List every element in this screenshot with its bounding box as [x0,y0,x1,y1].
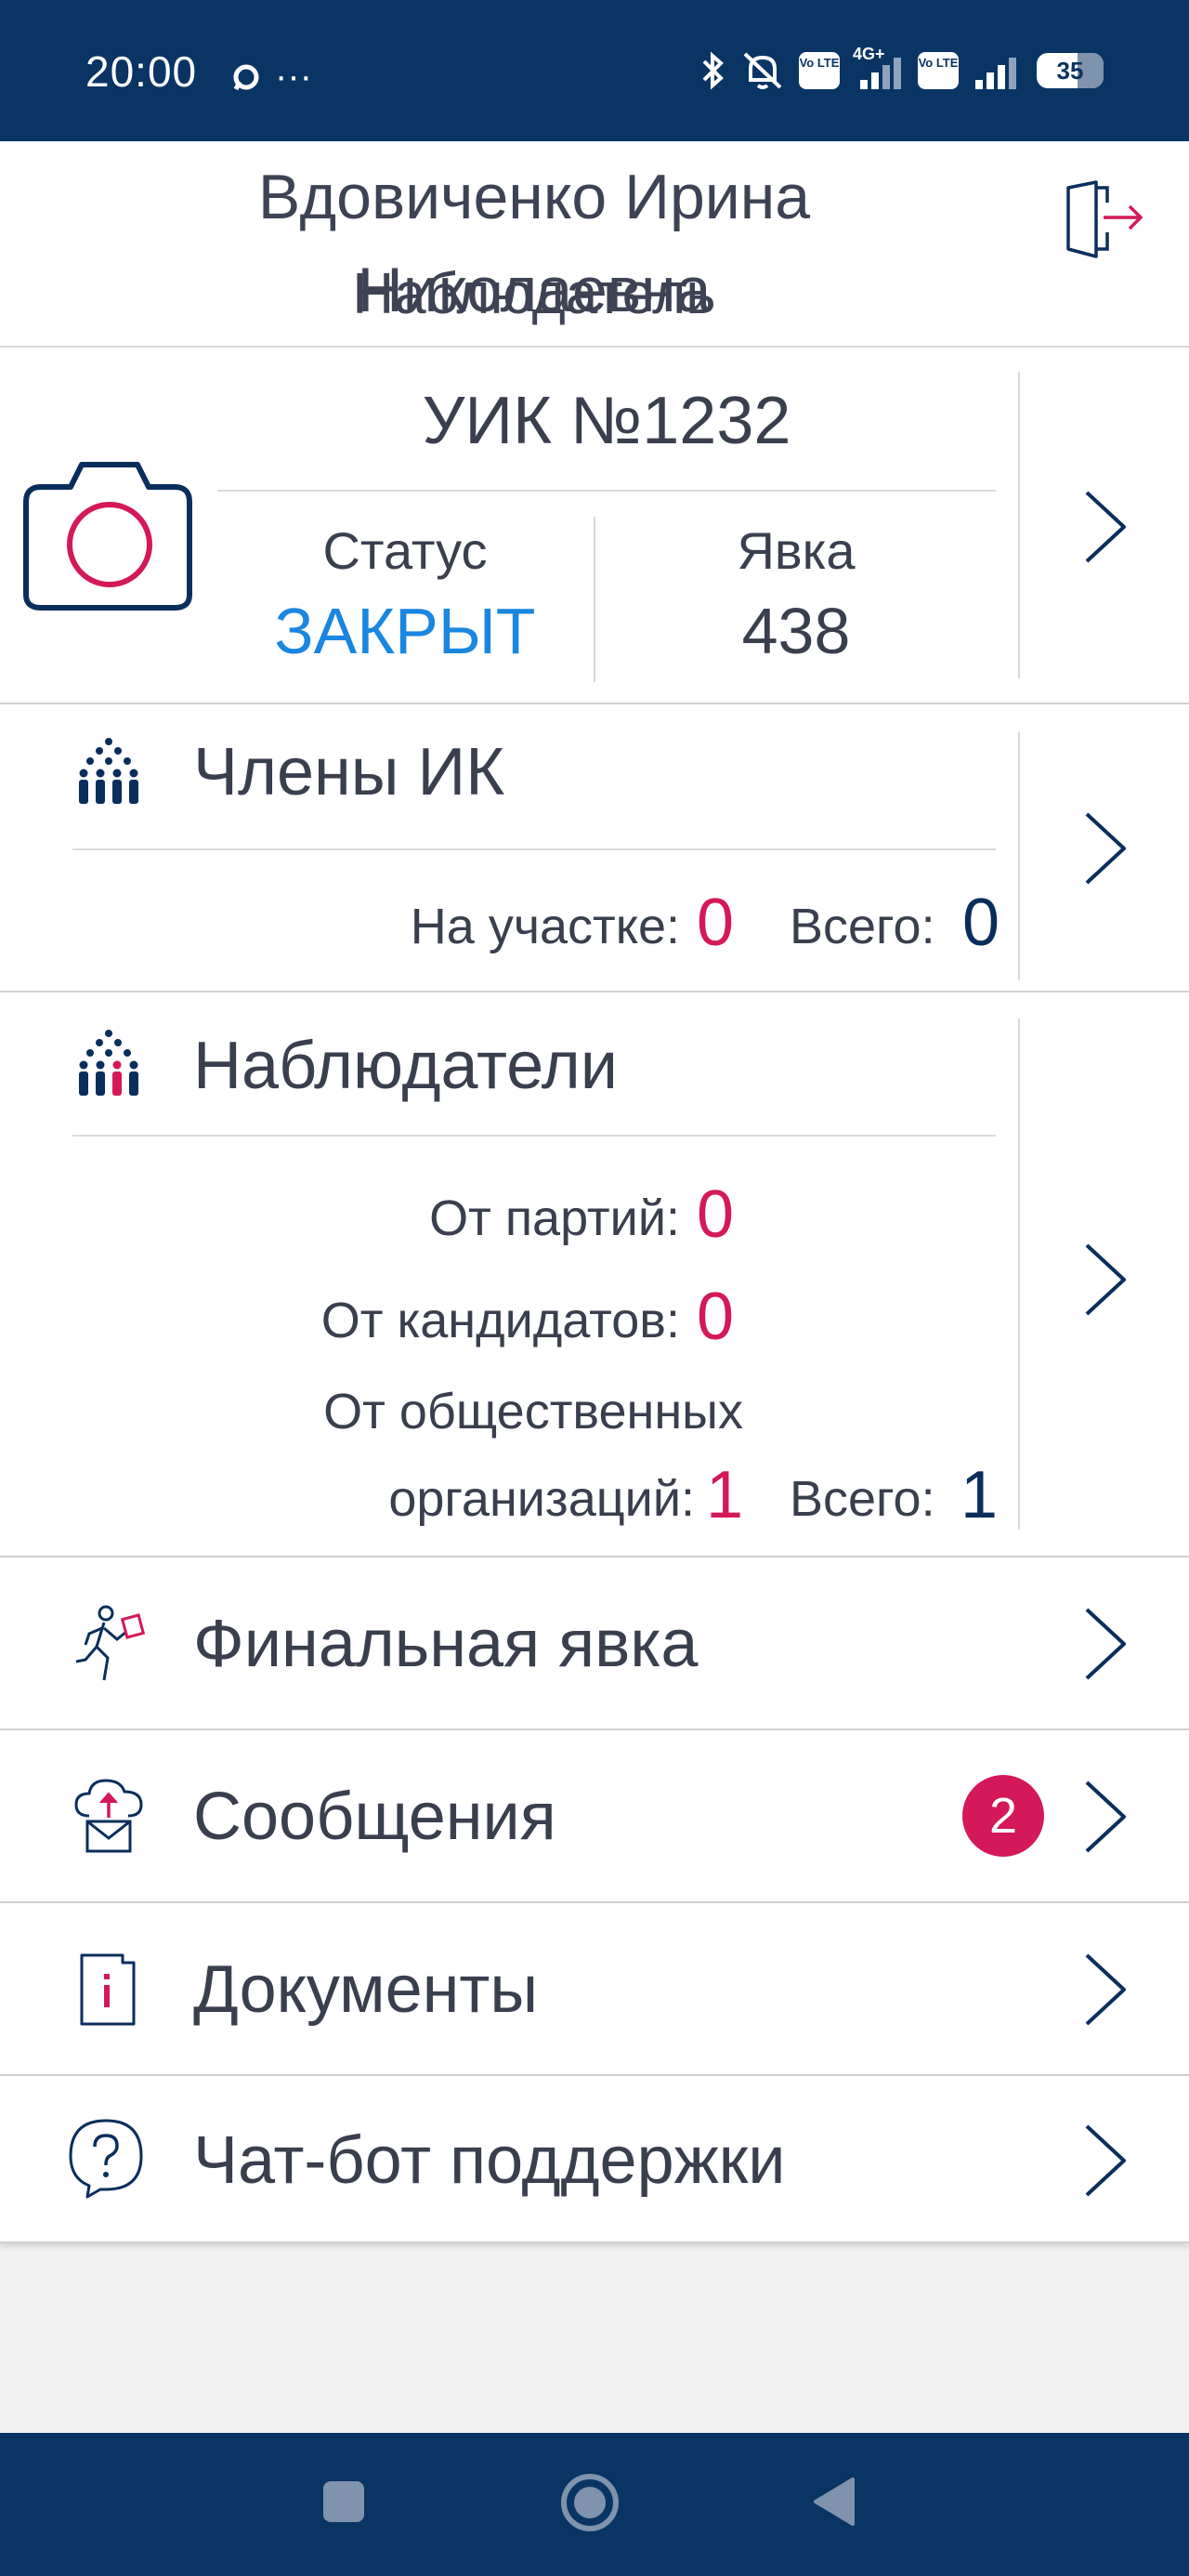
walking-voter-icon [75,1605,146,1681]
logout-icon[interactable] [1059,175,1148,264]
app-header: Вдовиченко Ирина Николаевна Наблюдатель [0,141,1189,348]
chevron-right-icon[interactable] [1079,1238,1135,1321]
chatbot-label: Чат-бот поддержки [193,2123,786,2198]
ik-total-value: 0 [962,886,1000,960]
observers-total-value: 1 [960,1458,999,1532]
bluetooth-icon [702,51,724,90]
user-role: Наблюдатель [352,262,716,326]
turnout-label: Явка [737,521,856,580]
camera-icon[interactable] [22,459,193,613]
signal-icon [975,58,1016,89]
orgs-label-line1: От общественных [323,1384,743,1439]
status-time: 20:00 [85,47,198,96]
bell-muted-icon [743,52,782,89]
orgs-label-line2: организаций: [388,1471,695,1527]
chevron-right-icon[interactable] [1079,1775,1135,1859]
cloud-mail-icon [74,1779,143,1853]
chevron-right-icon[interactable] [1079,485,1135,569]
at-site-label: На участке: [410,899,680,954]
parties-label: От партий: [429,1190,680,1246]
volte-icon-2: Vo LTE [918,52,959,89]
messages-label: Сообщения [193,1780,556,1854]
menu-item-chatbot[interactable]: Чат-бот поддержки [0,2076,1189,2243]
menu-item-messages[interactable]: Сообщения 2 [0,1730,1189,1903]
chevron-right-icon[interactable] [1079,1948,1135,2031]
parties-value: 0 [697,1177,735,1252]
ik-members-title: Члены ИК [193,735,505,809]
chevron-right-icon[interactable] [1079,2119,1135,2202]
turnout-value: 438 [741,595,851,667]
battery-icon: 35 [1037,53,1104,88]
status-right-icons: Vo LTE 4G+ Vo LTE 35 [699,45,1104,91]
more-dots: ··· [275,56,312,97]
documents-label: Документы [193,1952,539,2027]
home-circle-icon[interactable] [559,2472,621,2533]
menu-item-documents[interactable]: Документы [0,1903,1189,2076]
orgs-value: 1 [706,1458,744,1532]
observers-card[interactable]: Наблюдатели От партий: 0 От кандидатов: … [0,992,1189,1557]
back-triangle-icon[interactable] [812,2476,856,2528]
chevron-right-icon[interactable] [1079,807,1135,890]
help-chat-icon [69,2119,143,2199]
messages-unread-badge: 2 [962,1775,1044,1857]
ik-total-label: Всего: [790,899,935,954]
status-value: ЗАКРЫТ [274,595,536,667]
menu-item-final-turnout[interactable]: Финальная явка [0,1557,1189,1730]
uik-title: УИК №1232 [422,384,791,458]
signal-4g-icon: 4G+ [853,45,905,91]
final-turnout-label: Финальная явка [193,1607,699,1681]
status-bar: 20:00 ··· Vo LTE 4G+ Vo LTE 35 [0,0,1189,141]
candidates-value: 0 [697,1280,735,1354]
volte-icon-1: Vo LTE [799,52,840,89]
system-nav-bar [0,2433,1189,2576]
status-left-icons: ··· [230,56,312,98]
status-label: Статус [322,521,488,580]
observers-total-label: Всего: [790,1471,935,1527]
people-group-icon [79,738,138,804]
ik-members-card[interactable]: Члены ИК На участке: 0 Всего: 0 [0,704,1189,992]
chevron-right-icon[interactable] [1079,1602,1135,1686]
document-info-icon [80,1953,136,2026]
at-site-value: 0 [697,886,735,960]
observers-title: Наблюдатели [193,1029,618,1103]
chat-bubble-icon [233,64,259,90]
observers-group-icon [79,1030,138,1096]
candidates-label: От кандидатов: [320,1293,680,1348]
uik-card[interactable]: УИК №1232 Статус ЗАКРЫТ Явка 438 [0,348,1189,704]
recents-square-icon[interactable] [321,2479,366,2524]
